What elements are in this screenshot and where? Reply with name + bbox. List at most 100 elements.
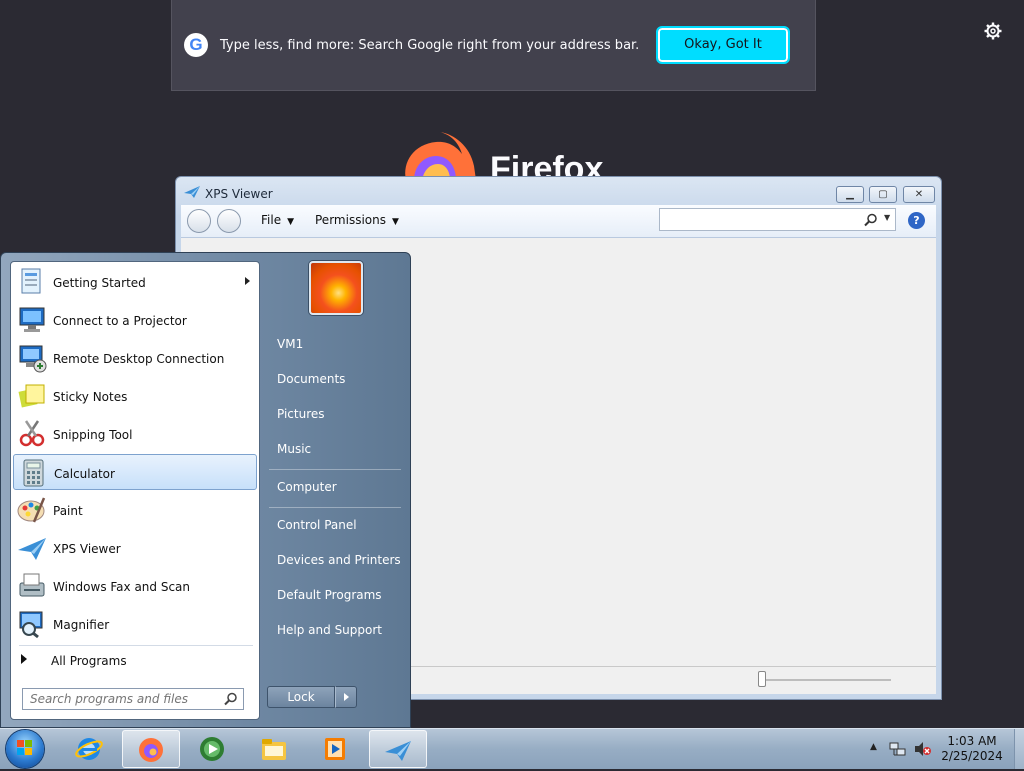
start-right-item-pictures[interactable]: Pictures (269, 399, 405, 429)
program-label: Windows Fax and Scan (53, 580, 191, 594)
getting-started-icon (21, 268, 41, 294)
start-right-item-music[interactable]: Music (269, 434, 405, 464)
program-label: XPS Viewer (53, 542, 121, 556)
start-right-item-help-and-support[interactable]: Help and Support (269, 615, 405, 645)
program-label: Remote Desktop Connection (53, 352, 225, 366)
magnifier-icon (19, 611, 43, 639)
toolbar: File ▼ Permissions ▼ ▼ ? (181, 205, 936, 238)
taskbar: ▲ 1:03 AM 2/25/2024 (0, 728, 1024, 769)
firefox-search-banner: G Type less, find more: Search Google ri… (171, 0, 816, 91)
back-button[interactable] (187, 209, 211, 233)
taskbar-internet-explorer[interactable] (61, 730, 119, 768)
program-label: Connect to a Projector (53, 314, 187, 328)
forward-button[interactable] (217, 209, 241, 233)
fax-scan-icon (19, 573, 45, 597)
xps-viewer-icon (385, 741, 411, 761)
taskbar-xps-viewer[interactable] (369, 730, 427, 768)
system-clock[interactable]: 1:03 AM 2/25/2024 (931, 734, 1013, 764)
network-icon[interactable] (889, 741, 907, 757)
taskbar-explorer[interactable] (246, 730, 304, 768)
program-item-fax-scan[interactable]: Windows Fax and Scan (13, 568, 257, 604)
show-hidden-icons-icon[interactable]: ▲ (870, 742, 877, 752)
program-label: Magnifier (53, 618, 110, 632)
start-right-item-label: Help and Support (277, 623, 382, 637)
program-item-remote-desktop[interactable]: Remote Desktop Connection (13, 340, 257, 376)
google-icon: G (184, 33, 208, 57)
user-picture[interactable] (309, 261, 363, 315)
taskbar-media-center[interactable] (184, 730, 242, 768)
start-right-item-label: Devices and Printers (277, 553, 401, 567)
program-item-magnifier[interactable]: Magnifier (13, 606, 257, 642)
find-box[interactable]: ▼ (659, 208, 896, 231)
close-button[interactable]: ✕ (903, 186, 935, 203)
start-right-item-label: Pictures (277, 407, 325, 421)
xps-viewer-icon (18, 538, 46, 560)
chevron-right-icon[interactable] (245, 277, 250, 285)
okay-got-it-button[interactable]: Okay, Got It (656, 26, 790, 64)
taskbar-firefox[interactable] (122, 730, 180, 768)
divider (269, 469, 401, 470)
file-menu-label: File (261, 213, 282, 227)
windows-logo-icon (17, 740, 32, 755)
program-label: Calculator (54, 467, 115, 481)
all-programs-button[interactable]: All Programs (13, 648, 257, 672)
program-item-sticky-notes[interactable]: Sticky Notes (13, 378, 257, 414)
volume-muted-icon[interactable] (914, 741, 932, 757)
program-item-xps-viewer[interactable]: XPS Viewer (13, 530, 257, 566)
start-right-item-label: Default Programs (277, 588, 382, 602)
start-right-item-label: VM1 (277, 337, 304, 351)
start-right-item-label: Documents (277, 372, 346, 386)
divider (269, 507, 401, 508)
program-item-projector[interactable]: Connect to a Projector (13, 302, 257, 338)
divider (19, 645, 253, 646)
snipping-tool-icon (19, 420, 45, 447)
start-right-item-computer[interactable]: Computer (269, 472, 405, 502)
start-right-item-label: Music (277, 442, 312, 456)
projector-icon (19, 307, 45, 332)
calculator-icon (23, 459, 44, 487)
show-desktop-button[interactable] (1014, 729, 1024, 769)
minimize-button[interactable]: ▁ (836, 186, 864, 203)
internet-explorer-icon (75, 738, 103, 760)
help-icon[interactable]: ? (908, 212, 925, 229)
lock-button[interactable]: Lock (267, 686, 335, 708)
start-right-item-control-panel[interactable]: Control Panel (269, 510, 405, 540)
program-item-snipping-tool[interactable]: Snipping Tool (13, 416, 257, 452)
media-center-icon (200, 737, 224, 761)
xps-viewer-icon (184, 186, 200, 198)
firefox-logo-icon (405, 132, 476, 180)
taskbar-media-player[interactable] (307, 730, 365, 768)
clock-time: 1:03 AM (947, 734, 997, 748)
start-right-item-default-programs[interactable]: Default Programs (269, 580, 405, 610)
sticky-notes-icon (18, 384, 45, 408)
program-label: Sticky Notes (53, 390, 128, 404)
file-menu[interactable]: File ▼ (261, 213, 294, 227)
remote-desktop-icon (19, 345, 47, 373)
program-item-calculator[interactable]: Calculator (13, 454, 257, 490)
search-icon[interactable] (224, 692, 238, 706)
window-title: XPS Viewer (205, 187, 273, 201)
program-label: Snipping Tool (53, 428, 133, 442)
search-icon (864, 213, 877, 227)
maximize-button[interactable]: ▢ (869, 186, 897, 203)
chevron-down-icon: ▼ (287, 217, 295, 227)
shutdown-options-arrow[interactable] (335, 686, 357, 708)
program-label: Getting Started (53, 276, 146, 290)
banner-text: Type less, find more: Search Google righ… (220, 38, 640, 53)
start-right-item-label: Control Panel (277, 518, 357, 532)
program-label: Paint (53, 504, 83, 518)
zoom-slider-track[interactable] (763, 679, 891, 681)
program-item-getting-started[interactable]: Getting Started (13, 264, 257, 300)
zoom-slider-thumb[interactable] (758, 671, 766, 687)
gear-icon[interactable] (983, 21, 1003, 41)
start-right-item-vm1[interactable]: VM1 (269, 329, 405, 359)
chevron-down-icon[interactable]: ▼ (884, 213, 890, 222)
start-search-box[interactable] (22, 688, 244, 710)
search-input[interactable] (23, 689, 225, 709)
program-item-paint[interactable]: Paint (13, 492, 257, 528)
start-button[interactable] (6, 730, 44, 768)
start-right-item-devices-and-printers[interactable]: Devices and Printers (269, 545, 405, 575)
start-right-item-documents[interactable]: Documents (269, 364, 405, 394)
start-menu: Getting Started Connect to a Projector Rem… (0, 252, 411, 728)
permissions-menu[interactable]: Permissions ▼ (315, 213, 399, 227)
